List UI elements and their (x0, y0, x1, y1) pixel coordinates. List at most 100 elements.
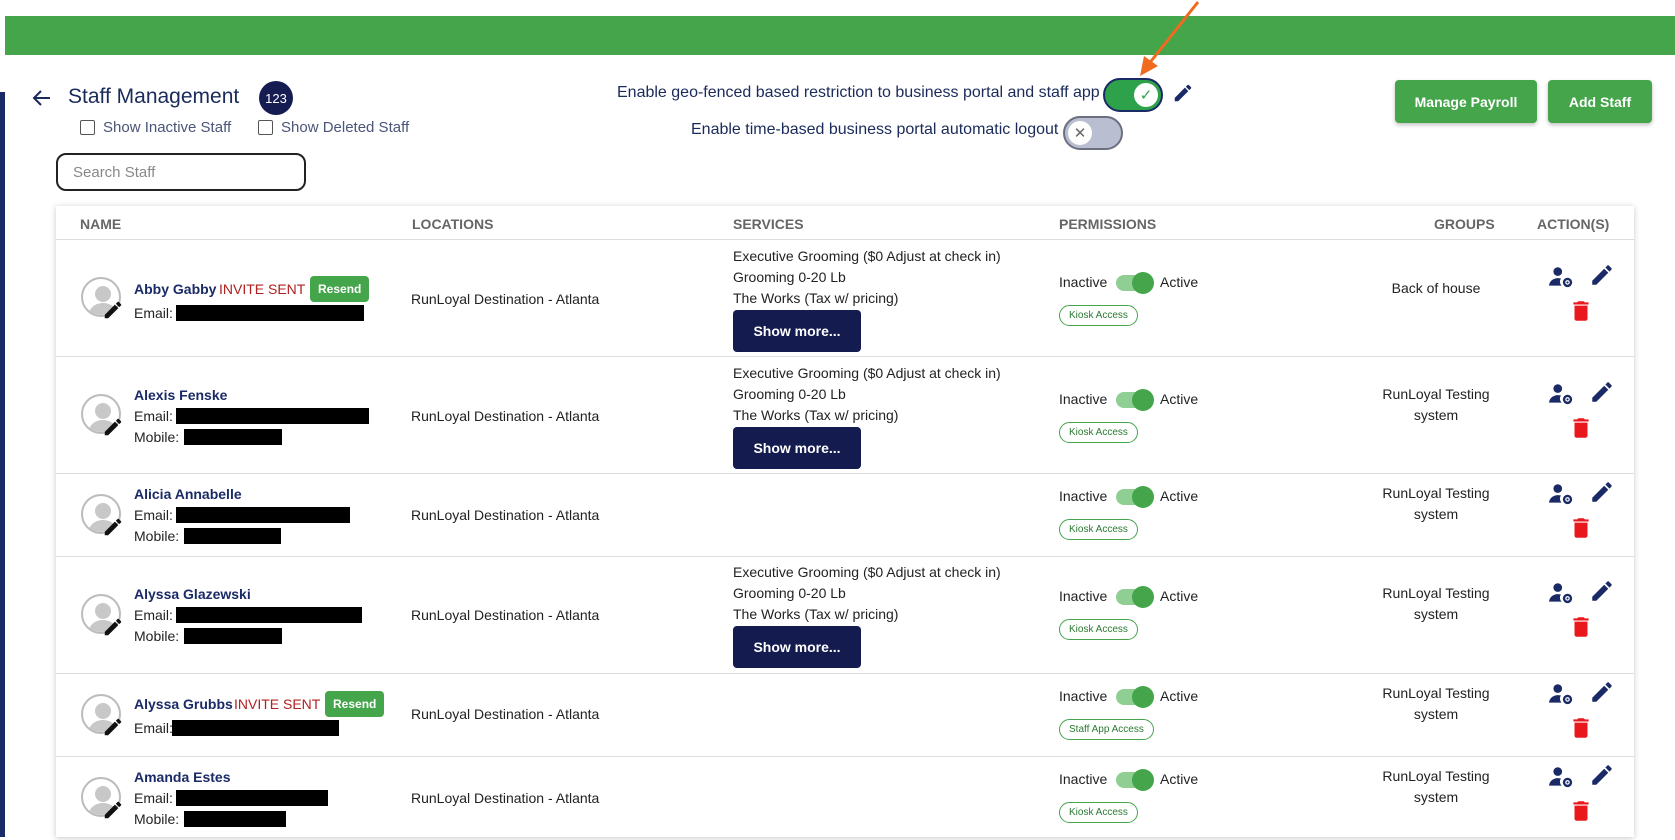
show-more-button[interactable]: Show more... (733, 427, 861, 469)
add-staff-button[interactable]: Add Staff (1548, 80, 1652, 123)
inactive-label: Inactive (1059, 688, 1108, 704)
active-label: Active (1160, 771, 1199, 787)
staff-name[interactable]: Alicia Annabelle (134, 486, 242, 502)
service-item: Executive Grooming ($0 Adjust at check i… (733, 248, 1001, 264)
status-toggle[interactable] (1116, 586, 1154, 608)
column-name: NAME (80, 216, 122, 232)
table-row[interactable]: Alyssa Grubbs INVITE SENT Resend Email: … (56, 674, 1634, 757)
active-label: Active (1160, 588, 1199, 604)
edit-avatar-icon[interactable] (102, 299, 124, 321)
group-name: RunLoyal Testing system (1382, 685, 1490, 722)
column-actions: ACTION(S) (1537, 216, 1610, 232)
staff-name[interactable]: Alyssa Grubbs (134, 696, 233, 712)
manage-user-settings-icon[interactable] (1548, 381, 1574, 407)
show-more-button[interactable]: Show more... (733, 310, 861, 352)
edit-geofence-icon[interactable] (1172, 82, 1194, 104)
redacted-email (176, 507, 350, 523)
manage-payroll-button[interactable]: Manage Payroll (1395, 80, 1537, 123)
status-toggle[interactable] (1116, 486, 1154, 508)
checkbox-box[interactable] (80, 120, 95, 135)
manage-user-settings-icon[interactable] (1548, 580, 1574, 606)
inactive-label: Inactive (1059, 771, 1108, 787)
table-row[interactable]: Alicia Annabelle Email: Mobile: RunLoyal… (56, 474, 1634, 557)
service-item: Executive Grooming ($0 Adjust at check i… (733, 564, 1001, 580)
staff-name[interactable]: Alexis Fenske (134, 387, 227, 403)
invite-status: INVITE SENT (219, 281, 306, 297)
status-toggle[interactable] (1116, 389, 1154, 411)
autologout-label: Enable time-based business portal automa… (691, 121, 1059, 138)
table-row[interactable]: Amanda Estes Email: Mobile: RunLoyal Des… (56, 757, 1634, 840)
delete-icon[interactable] (1568, 515, 1594, 541)
group-name: RunLoyal Testing system (1382, 768, 1490, 805)
check-icon: ✓ (1134, 83, 1158, 107)
autologout-toggle[interactable]: ✕ (1063, 116, 1123, 150)
redacted-email (176, 607, 362, 623)
group-name: RunLoyal Testing system (1382, 386, 1490, 423)
show-more-button[interactable]: Show more... (733, 626, 861, 668)
location: RunLoyal Destination - Atlanta (411, 291, 600, 307)
edit-icon[interactable] (1589, 762, 1615, 788)
permission-chip: Kiosk Access (1059, 422, 1138, 443)
table-row[interactable]: Alyssa Glazewski Email: Mobile: RunLoyal… (56, 557, 1634, 674)
delete-icon[interactable] (1568, 298, 1594, 324)
status-toggle[interactable] (1116, 272, 1154, 294)
status-toggle[interactable] (1116, 686, 1154, 708)
staff-name[interactable]: Amanda Estes (134, 769, 230, 785)
page-title: Staff Management (68, 85, 240, 108)
status-toggle[interactable] (1116, 769, 1154, 791)
group-name: Back of house (1391, 280, 1481, 296)
service-item: The Works (Tax w/ pricing) (733, 290, 899, 306)
edit-avatar-icon[interactable] (102, 716, 124, 738)
edit-avatar-icon[interactable] (102, 416, 124, 438)
permission-chip: Kiosk Access (1059, 519, 1138, 540)
active-label: Active (1160, 688, 1199, 704)
email-label: Email: (134, 720, 173, 736)
services-list: Executive Grooming ($0 Adjust at check i… (733, 246, 1001, 309)
services-list: Executive Grooming ($0 Adjust at check i… (733, 562, 1001, 625)
resend-button[interactable]: Resend (325, 691, 385, 717)
show-deleted-checkbox[interactable]: Show Deleted Staff (258, 119, 409, 136)
resend-button[interactable]: Resend (310, 276, 370, 302)
manage-user-settings-icon[interactable] (1548, 264, 1574, 290)
show-inactive-checkbox[interactable]: Show Inactive Staff (80, 119, 231, 136)
table-row[interactable]: Abby Gabby INVITE SENT Resend Email: Run… (56, 240, 1634, 357)
edit-avatar-icon[interactable] (102, 616, 124, 638)
geofence-label: Enable geo-fenced based restriction to b… (617, 84, 1100, 101)
checkbox-box[interactable] (258, 120, 273, 135)
back-arrow-icon[interactable] (30, 86, 54, 110)
edit-icon[interactable] (1589, 379, 1615, 405)
delete-icon[interactable] (1568, 415, 1594, 441)
manage-user-settings-icon[interactable] (1548, 481, 1574, 507)
show-deleted-label: Show Deleted Staff (281, 119, 410, 136)
staff-name[interactable]: Alyssa Glazewski (134, 586, 251, 602)
column-locations: LOCATIONS (412, 216, 494, 232)
location: RunLoyal Destination - Atlanta (411, 706, 600, 722)
delete-icon[interactable] (1568, 614, 1594, 640)
redacted-email (176, 305, 364, 321)
edit-icon[interactable] (1589, 479, 1615, 505)
search-input[interactable] (56, 153, 306, 191)
permission-chip: Kiosk Access (1059, 802, 1138, 823)
service-item: Grooming 0-20 Lb (733, 269, 846, 285)
delete-icon[interactable] (1568, 798, 1594, 824)
table-row[interactable]: Alexis Fenske Email: Mobile: RunLoyal De… (56, 357, 1634, 474)
group-name: RunLoyal Testing system (1382, 485, 1490, 522)
location: RunLoyal Destination - Atlanta (411, 408, 600, 424)
edit-avatar-icon[interactable] (102, 516, 124, 538)
staff-name[interactable]: Abby Gabby (134, 281, 216, 297)
email-label: Email: (134, 607, 173, 623)
column-permissions: PERMISSIONS (1059, 216, 1157, 232)
edit-icon[interactable] (1589, 262, 1615, 288)
email-label: Email: (134, 305, 173, 321)
redacted-email (172, 720, 339, 736)
column-services: SERVICES (733, 216, 804, 232)
edit-icon[interactable] (1589, 578, 1615, 604)
edit-icon[interactable] (1589, 679, 1615, 705)
manage-user-settings-icon[interactable] (1548, 764, 1574, 790)
location: RunLoyal Destination - Atlanta (411, 507, 600, 523)
manage-user-settings-icon[interactable] (1548, 681, 1574, 707)
delete-icon[interactable] (1568, 715, 1594, 741)
edit-avatar-icon[interactable] (102, 799, 124, 821)
group-name: RunLoyal Testing system (1382, 585, 1490, 622)
service-item: The Works (Tax w/ pricing) (733, 407, 899, 423)
